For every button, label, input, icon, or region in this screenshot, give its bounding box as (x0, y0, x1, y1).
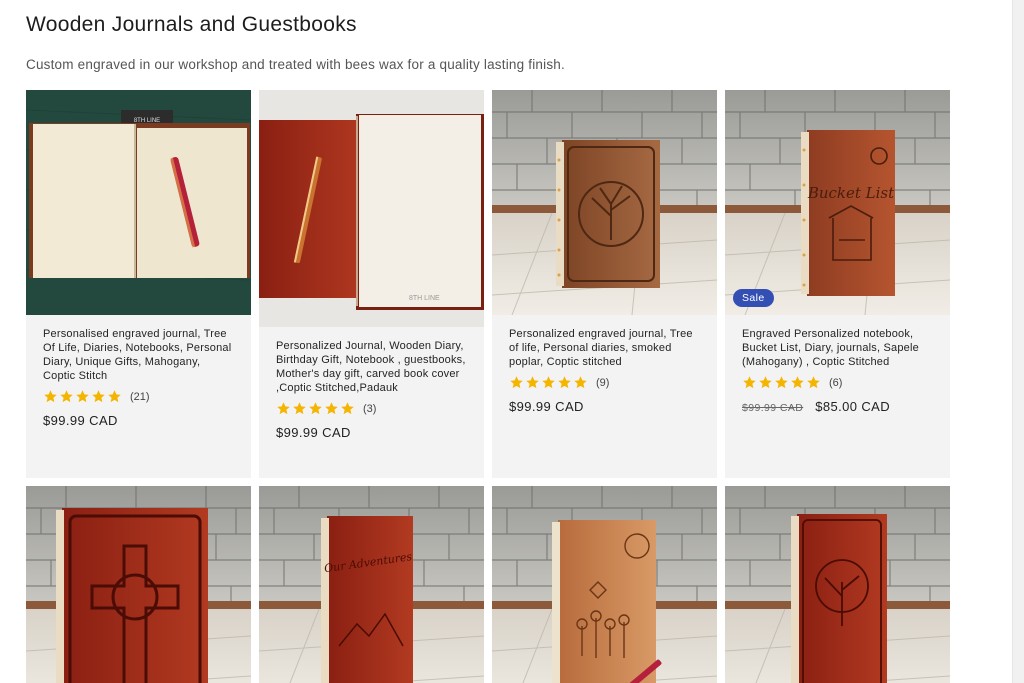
star-icon (525, 375, 540, 390)
star-icon (573, 375, 588, 390)
star-icon (509, 375, 524, 390)
cover-text: Bucket List (807, 184, 895, 202)
product-image[interactable] (492, 486, 717, 683)
star-icon (774, 375, 789, 390)
rating-stars (509, 375, 589, 390)
star-icon (557, 375, 572, 390)
star-icon (276, 401, 291, 416)
product-rating: (6) (742, 375, 933, 390)
star-icon (59, 389, 74, 404)
price-value: $99.99 CAD (509, 399, 584, 414)
price-value: $99.99 CAD (276, 425, 351, 440)
star-icon (758, 375, 773, 390)
product-title[interactable]: Personalised engraved journal, Tree Of L… (43, 327, 234, 383)
collection-title: Wooden Journals and Guestbooks (26, 13, 357, 36)
star-icon (340, 401, 355, 416)
product-image[interactable] (26, 486, 251, 683)
svg-text:8TH LINE: 8TH LINE (409, 295, 440, 302)
star-icon (541, 375, 556, 390)
review-count: (9) (596, 376, 610, 389)
regular-price: $99.99 CAD (742, 402, 804, 414)
collection-header: Wooden Journals and Guestbooks Custom en… (26, 12, 966, 72)
product-image[interactable] (725, 486, 950, 683)
product-price: $99.99 CAD (276, 425, 467, 440)
star-icon (91, 389, 106, 404)
product-card[interactable]: 8TH LINE Personalised engraved journal, … (26, 90, 251, 478)
product-card[interactable] (492, 486, 717, 683)
product-rating: (21) (43, 389, 234, 404)
review-count: (3) (363, 402, 377, 415)
product-price: $99.99 CAD (43, 413, 234, 428)
product-image[interactable]: 8TH LINE (259, 90, 484, 327)
product-card[interactable]: Bucket List Sale Engraved Personalized n… (725, 90, 950, 478)
sale-badge: Sale (733, 289, 774, 307)
product-card[interactable]: Our Adventures (259, 486, 484, 683)
product-grid: 8TH LINE Personalised engraved journal, … (26, 90, 950, 683)
star-icon (292, 401, 307, 416)
product-price: $99.99 CAD $85.00 CAD (742, 399, 933, 414)
star-icon (806, 375, 821, 390)
rating-stars (276, 401, 356, 416)
star-icon (324, 401, 339, 416)
product-image[interactable]: 8TH LINE (26, 90, 251, 315)
star-icon (107, 389, 122, 404)
product-title[interactable]: Personalized engraved journal, Tree of l… (509, 327, 700, 369)
review-count: (21) (130, 390, 150, 403)
collection-description: Custom engraved in our workshop and trea… (26, 57, 565, 72)
product-card[interactable] (26, 486, 251, 683)
rating-stars (43, 389, 123, 404)
star-icon (742, 375, 757, 390)
star-icon (43, 389, 58, 404)
product-title[interactable]: Engraved Personalized notebook, Bucket L… (742, 327, 933, 369)
product-title[interactable]: Personalized Journal, Wooden Diary, Birt… (276, 339, 467, 395)
product-price: $99.99 CAD (509, 399, 700, 414)
review-count: (6) (829, 376, 843, 389)
product-card[interactable]: 8TH LINE Personalized Journal, Wooden Di… (259, 90, 484, 478)
product-image[interactable] (492, 90, 717, 315)
rating-stars (742, 375, 822, 390)
product-image[interactable]: Our Adventures (259, 486, 484, 683)
star-icon (790, 375, 805, 390)
product-image[interactable]: Bucket List Sale (725, 90, 950, 315)
page-scrollbar[interactable] (1012, 0, 1024, 683)
price-value: $99.99 CAD (43, 413, 118, 428)
product-rating: (3) (276, 401, 467, 416)
product-rating: (9) (509, 375, 700, 390)
product-card[interactable]: Personalized engraved journal, Tree of l… (492, 90, 717, 478)
sale-price: $85.00 CAD (815, 399, 891, 414)
star-icon (308, 401, 323, 416)
star-icon (75, 389, 90, 404)
product-card[interactable] (725, 486, 950, 683)
